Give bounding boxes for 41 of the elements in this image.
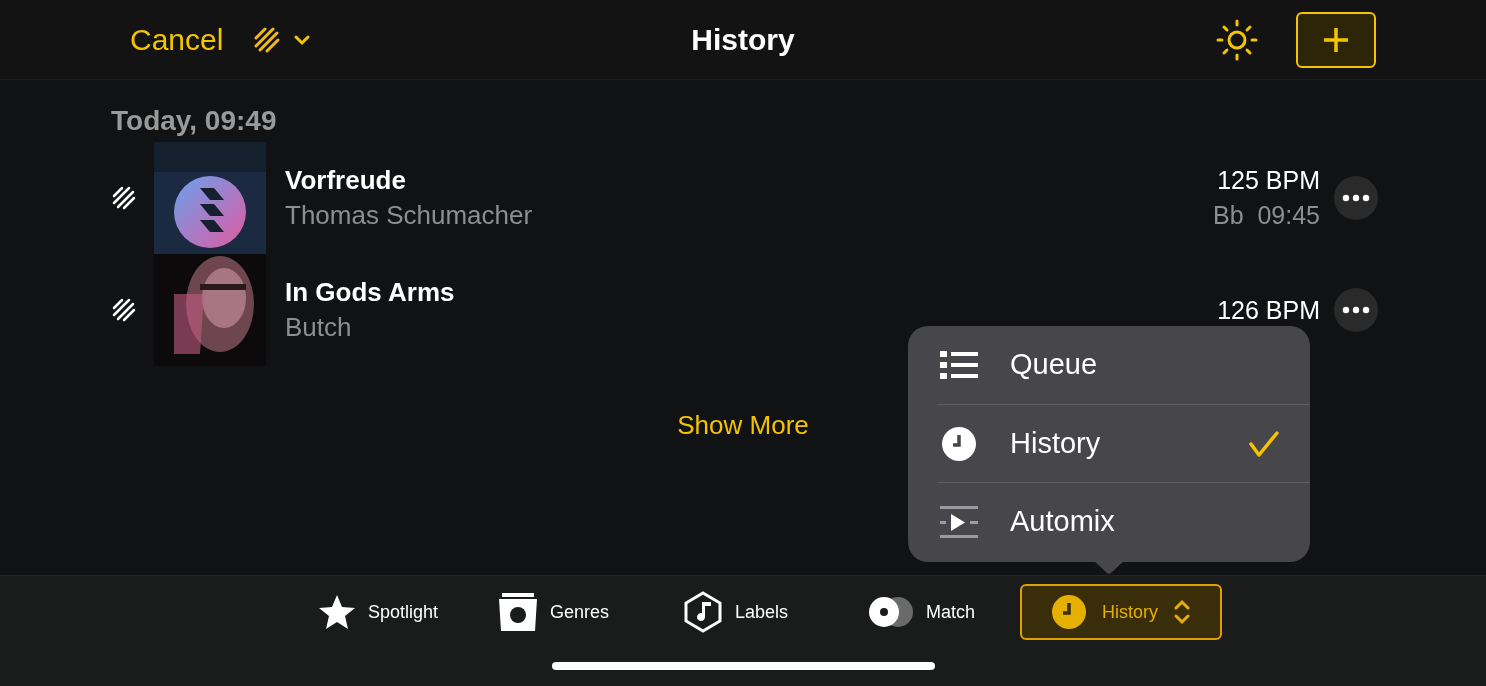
track-title: Vorfreude (285, 164, 407, 197)
menu-item[interactable]: Automix (937, 482, 1310, 560)
stripes-icon (112, 186, 136, 210)
key-time-text: Bb 09:45 (1212, 200, 1320, 231)
list-icon (940, 351, 978, 379)
discs-icon (868, 596, 914, 628)
more-icon (1342, 306, 1370, 314)
menu-item[interactable]: History (937, 404, 1310, 482)
box-icon (498, 593, 538, 631)
tab[interactable]: Spotlight (300, 584, 480, 640)
tab[interactable]: Genres (480, 584, 665, 640)
artist-name: Butch (285, 311, 353, 344)
show-more-link[interactable]: Show More (677, 406, 809, 445)
music-note-icon (683, 591, 723, 633)
up-down-chevron-icon (1174, 598, 1190, 626)
more-button[interactable] (1334, 176, 1378, 220)
section-heading: Today, 09:49 (111, 104, 278, 138)
stripes-icon (253, 25, 282, 54)
bpm-text: 126 BPM (1217, 295, 1320, 326)
brightness-icon[interactable] (1216, 18, 1258, 61)
plus-icon (1322, 25, 1350, 54)
automix-dropdown[interactable] (253, 25, 312, 54)
automix-icon (940, 505, 978, 538)
tab[interactable]: Match (850, 584, 1020, 640)
checkmark-icon (1248, 429, 1280, 458)
tab[interactable]: History (1020, 584, 1222, 640)
bpm-text: 125 BPM (1217, 165, 1320, 196)
add-button[interactable] (1296, 11, 1376, 68)
screen-title: History (691, 22, 795, 58)
clock-icon (1052, 595, 1086, 629)
menu-item[interactable]: Queue (937, 326, 1310, 404)
tab[interactable]: Labels (665, 584, 850, 640)
artist-name: Thomas Schumacher (285, 199, 533, 232)
clock-icon (942, 426, 976, 461)
more-icon (1342, 194, 1370, 202)
star-icon (318, 594, 356, 630)
more-button[interactable] (1334, 288, 1378, 332)
stripes-icon (112, 298, 136, 322)
track-title: In Gods Arms (285, 276, 455, 309)
chevron-down-icon (293, 33, 312, 46)
cancel-button[interactable]: Cancel (130, 17, 224, 62)
